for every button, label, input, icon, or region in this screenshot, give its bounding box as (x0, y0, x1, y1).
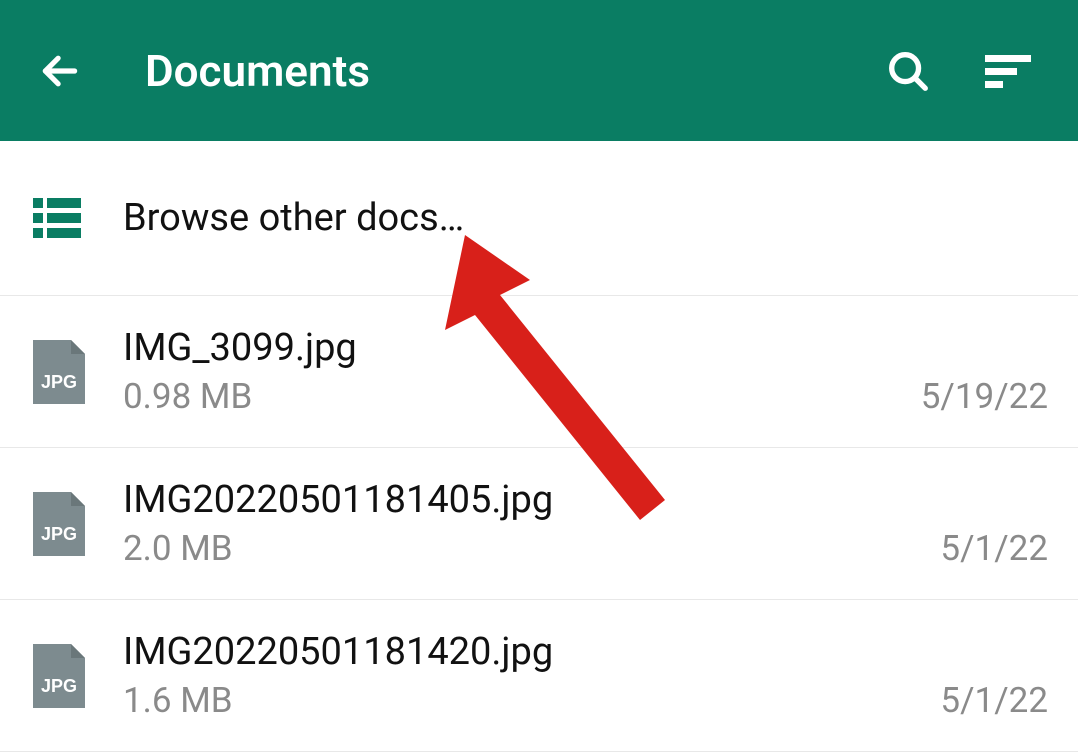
file-row[interactable]: JPG IMG20220501181405.jpg 2.0 MB 5/1/22 (0, 448, 1078, 600)
sort-icon (985, 51, 1031, 91)
browse-other-docs[interactable]: Browse other docs… (0, 141, 1078, 296)
file-date: 5/1/22 (940, 680, 1048, 721)
file-row[interactable]: JPG IMG_3099.jpg 0.98 MB 5/19/22 (0, 296, 1078, 448)
file-date: 5/1/22 (940, 528, 1048, 569)
file-info: IMG20220501181420.jpg 1.6 MB (123, 630, 940, 721)
search-button[interactable] (883, 46, 933, 96)
browse-label: Browse other docs… (123, 196, 464, 240)
back-button[interactable] (30, 41, 90, 101)
file-name: IMG20220501181405.jpg (123, 478, 940, 522)
file-info: IMG20220501181405.jpg 2.0 MB (123, 478, 940, 569)
file-date: 5/19/22 (921, 376, 1048, 417)
svg-text:JPG: JPG (41, 676, 77, 696)
svg-text:JPG: JPG (41, 372, 77, 392)
content-area: Browse other docs… JPG IMG_3099.jpg 0.98… (0, 141, 1078, 752)
browse-list-icon (33, 198, 81, 238)
file-type-icon: JPG (33, 492, 85, 556)
file-size: 0.98 MB (123, 376, 921, 417)
file-type-icon: JPG (33, 340, 85, 404)
file-info: IMG_3099.jpg 0.98 MB (123, 326, 921, 417)
back-arrow-icon (38, 49, 82, 93)
file-name: IMG_3099.jpg (123, 326, 921, 370)
header-actions (883, 46, 1048, 96)
search-icon (885, 48, 931, 94)
page-title: Documents (145, 45, 883, 97)
file-row[interactable]: JPG IMG20220501181420.jpg 1.6 MB 5/1/22 (0, 600, 1078, 752)
file-size: 1.6 MB (123, 680, 940, 721)
app-header: Documents (0, 0, 1078, 141)
file-name: IMG20220501181420.jpg (123, 630, 940, 674)
sort-button[interactable] (983, 46, 1033, 96)
svg-text:JPG: JPG (41, 524, 77, 544)
file-type-icon: JPG (33, 644, 85, 708)
file-size: 2.0 MB (123, 528, 940, 569)
